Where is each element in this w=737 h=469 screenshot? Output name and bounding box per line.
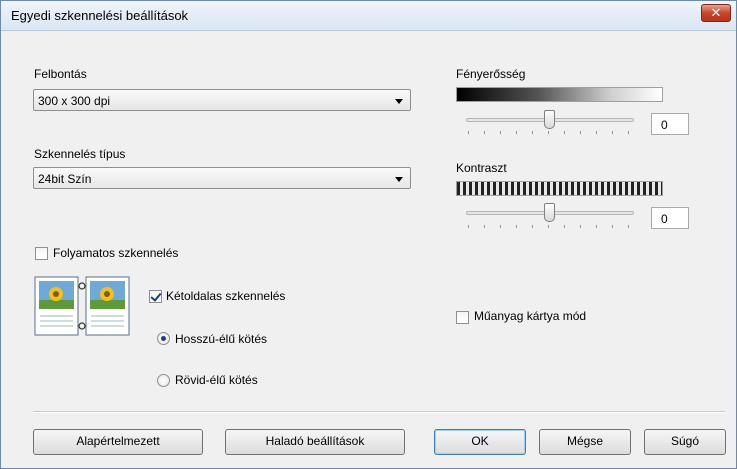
- duplex-scan-checkbox[interactable]: [149, 290, 162, 303]
- title-bar: Egyedi szkennelési beállítások ✕: [1, 1, 736, 31]
- long-edge-binding-label: Hosszú-élű kötés: [175, 332, 268, 346]
- close-icon: ✕: [710, 5, 722, 20]
- advanced-settings-button[interactable]: Haladó beállítások: [225, 429, 405, 455]
- contrast-label: Kontraszt: [456, 161, 507, 175]
- resolution-label: Felbontás: [34, 67, 87, 81]
- scan-type-label: Szkennelés típus: [34, 147, 126, 161]
- continuous-scan-checkbox[interactable]: [35, 247, 48, 260]
- brightness-gradient-bar: [456, 87, 663, 102]
- brightness-slider-ticks: [468, 131, 636, 135]
- chevron-down-icon: [395, 99, 403, 104]
- short-edge-binding-label: Rövid-élű kötés: [175, 373, 258, 387]
- cancel-button[interactable]: Mégse: [539, 429, 631, 455]
- contrast-slider-thumb[interactable]: [544, 203, 555, 222]
- long-edge-binding-radio[interactable]: [157, 332, 170, 345]
- close-button[interactable]: ✕: [701, 4, 731, 22]
- contrast-pattern-bar: [456, 181, 663, 196]
- chevron-down-icon: [395, 177, 403, 182]
- brightness-label: Fényerősség: [456, 67, 526, 81]
- plastic-card-mode-checkbox[interactable]: [456, 311, 469, 324]
- default-settings-button[interactable]: Alapértelmezett: [33, 429, 203, 455]
- separator: [33, 411, 725, 413]
- short-edge-binding-radio[interactable]: [157, 374, 170, 387]
- brightness-slider-thumb[interactable]: [544, 110, 555, 129]
- resolution-value: 300 x 300 dpi: [38, 94, 111, 108]
- brightness-value-input[interactable]: 0: [651, 113, 689, 135]
- duplex-illustration-icon: [34, 276, 130, 336]
- plastic-card-mode-label: Műanyag kártya mód: [474, 309, 587, 323]
- help-button[interactable]: Súgó: [644, 429, 726, 455]
- resolution-dropdown[interactable]: 300 x 300 dpi: [33, 89, 411, 111]
- scan-type-dropdown[interactable]: 24bit Szín: [33, 167, 411, 189]
- duplex-scan-label: Kétoldalas szkennelés: [166, 289, 286, 303]
- dialog-title: Egyedi szkennelési beállítások: [11, 8, 189, 23]
- contrast-slider-ticks: [468, 225, 636, 229]
- scan-type-value: 24bit Szín: [38, 172, 92, 186]
- custom-scan-settings-dialog: Egyedi szkennelési beállítások ✕ Felbont…: [0, 0, 737, 469]
- ok-button[interactable]: OK: [434, 429, 526, 455]
- continuous-scan-label: Folyamatos szkennelés: [53, 246, 179, 260]
- contrast-value-input[interactable]: 0: [651, 207, 689, 229]
